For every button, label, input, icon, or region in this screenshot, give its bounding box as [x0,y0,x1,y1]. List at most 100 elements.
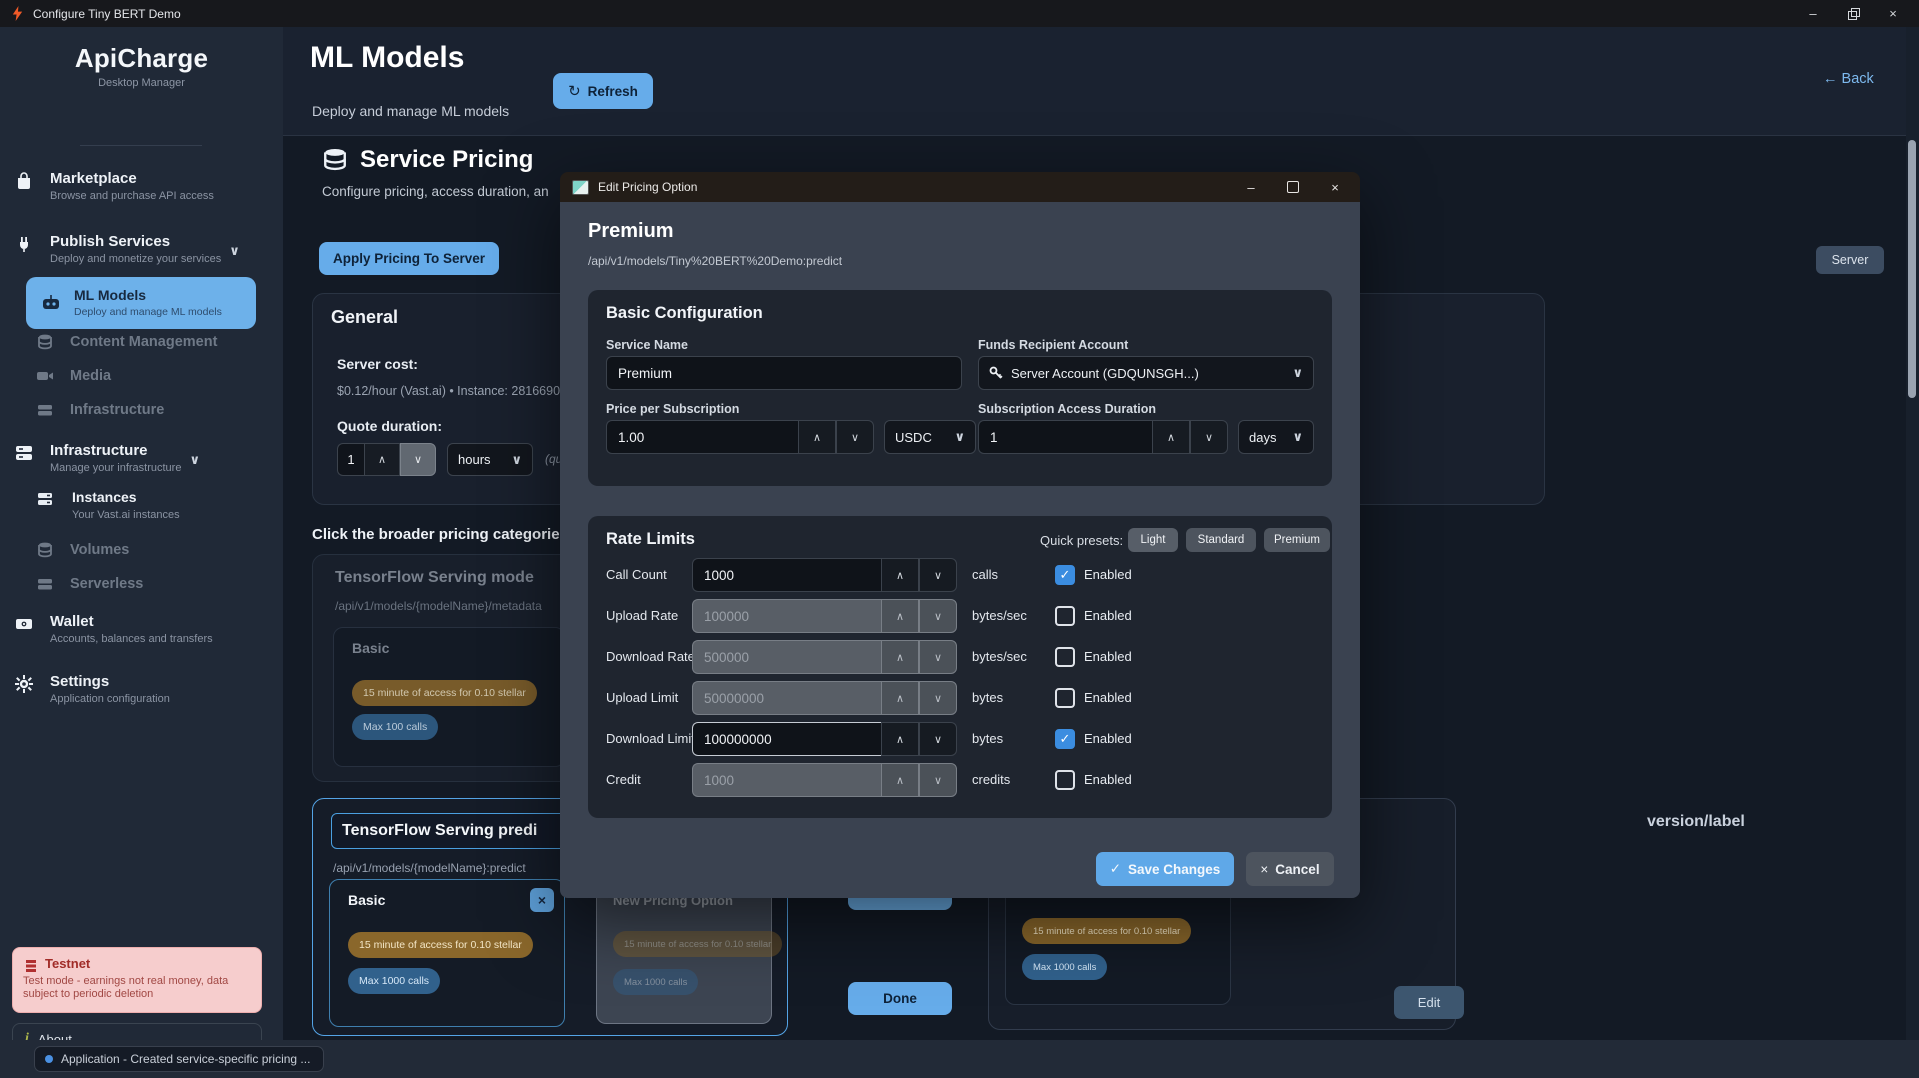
preset-standard-button[interactable]: Standard [1186,528,1256,552]
save-changes-button[interactable]: ✓Save Changes [1096,852,1234,886]
stepper-up-button[interactable]: ∧ [364,443,400,476]
sidebar-item-ml-models[interactable]: ML Models Deploy and manage ML models [26,277,256,329]
duration-input[interactable] [978,420,1152,454]
enabled-checkbox[interactable] [1055,606,1075,626]
sidebar-item-volumes[interactable]: Volumes [36,541,266,559]
window-minimize-button[interactable]: – [1793,0,1833,27]
enabled-checkbox[interactable]: ✓ [1055,565,1075,585]
stepper-down-button[interactable]: ∨ [1190,420,1228,454]
download-limit-input[interactable] [692,722,881,756]
enabled-checkbox[interactable] [1055,770,1075,790]
stepper-down-button[interactable]: ∨ [919,640,957,674]
stepper-up-button[interactable]: ∧ [881,681,919,715]
modal-minimize-button[interactable]: – [1230,172,1272,202]
tier-subcard: Basic 15 minute of access for 0.10 stell… [333,627,565,767]
modal-maximize-button[interactable] [1272,172,1314,202]
remove-tier-button[interactable]: × [530,888,554,912]
sidebar-item-label: Settings [50,673,170,690]
plug-icon [14,234,38,254]
server-cost-value: $0.12/hour (Vast.ai) • Instance: 2816690 [337,384,560,398]
pricing-hint-text: Click the broader pricing categories b [312,526,581,543]
price-input[interactable] [606,420,798,454]
quote-duration-value[interactable]: 1 [337,443,364,476]
sidebar-item-media[interactable]: Media [36,367,266,385]
sidebar-item-marketplace[interactable]: Marketplace Browse and purchase API acce… [14,170,269,202]
status-pill[interactable]: Application - Created service-specific p… [34,1046,324,1072]
quote-duration-label: Quote duration: [337,418,442,434]
enabled-label: Enabled [1084,565,1132,585]
upload-limit-input[interactable] [692,681,881,715]
upload-rate-input[interactable] [692,599,881,633]
preset-light-button[interactable]: Light [1128,528,1178,552]
sidebar-item-publish-services[interactable]: Publish Services Deploy and monetize you… [14,233,269,265]
refresh-button[interactable]: ↻ Refresh [553,73,653,109]
calls-badge: Max 1000 calls [348,968,440,994]
preset-premium-button[interactable]: Premium [1264,528,1330,552]
stepper-down-button[interactable]: ∨ [919,722,957,756]
call-count-input[interactable] [692,558,881,592]
scrollbar-thumb[interactable] [1908,140,1916,398]
duration-unit-select[interactable]: days ∨ [1238,420,1314,454]
edit-button[interactable]: Edit [1394,986,1464,1019]
server-button[interactable]: Server [1816,246,1884,274]
tier-name: Basic [348,892,385,908]
modal-close-button[interactable]: × [1314,172,1356,202]
stepper-down-button[interactable]: ∨ [919,558,957,592]
funds-account-select[interactable]: Server Account (GDQUNSGH...) ∨ [978,356,1314,390]
enabled-checkbox[interactable] [1055,647,1075,667]
refresh-label: Refresh [588,84,638,99]
price-input-group: ∧ ∨ [606,420,874,454]
stepper-down-button[interactable]: ∨ [836,420,874,454]
section-subtitle: Configure pricing, access duration, an [322,184,549,199]
enabled-label: Enabled [1084,770,1132,790]
sidebar-item-content-management[interactable]: Content Management [36,333,266,351]
apply-pricing-button[interactable]: Apply Pricing To Server [319,242,499,275]
card-title: TensorFlow Serving predi [342,822,537,840]
server-cost-label: Server cost: [337,356,418,372]
stepper-up-button[interactable]: ∧ [881,599,919,633]
duration-label: Subscription Access Duration [978,402,1156,416]
stepper-up-button[interactable]: ∧ [881,640,919,674]
brand-subtitle: Desktop Manager [0,77,283,89]
service-name-input[interactable] [606,356,962,390]
sidebar-item-settings[interactable]: Settings Application configuration [14,673,269,705]
window-restore-button[interactable] [1833,0,1873,27]
enabled-label: Enabled [1084,688,1132,708]
rate-limits-title: Rate Limits [606,530,695,549]
modal-path: /api/v1/models/Tiny%20BERT%20Demo:predic… [588,254,842,268]
page-subtitle: Deploy and manage ML models [312,103,509,119]
done-button[interactable]: Done [848,982,952,1015]
enabled-checkbox[interactable]: ✓ [1055,729,1075,749]
credit-input[interactable] [692,763,881,797]
enabled-checkbox[interactable] [1055,688,1075,708]
quote-unit-select[interactable]: hours ∨ [447,443,533,476]
enabled-label: Enabled [1084,606,1132,626]
testnet-title: Testnet [45,956,251,971]
stepper-down-button[interactable]: ∨ [919,763,957,797]
stepper-up-button[interactable]: ∧ [881,722,919,756]
save-label: Save Changes [1128,862,1220,877]
stepper-up-button[interactable]: ∧ [881,763,919,797]
access-badge: 15 minute of access for 0.10 stellar [1022,918,1191,944]
stepper-down-button[interactable]: ∨ [919,681,957,715]
sidebar-item-infrastructure[interactable]: Infrastructure Manage your infrastructur… [14,442,269,474]
stepper-down-button[interactable]: ∨ [919,599,957,633]
sidebar-item-label: Infrastructure [50,442,181,459]
rate-row-unit: calls [972,558,998,592]
cancel-button[interactable]: ×Cancel [1246,852,1334,886]
page-header: ML Models Deploy and manage ML models ↻ … [283,27,1906,136]
sidebar-item-wallet[interactable]: Wallet Accounts, balances and transfers [14,613,269,645]
access-badge: 15 minute of access for 0.10 stellar [613,931,782,957]
stepper-up-button[interactable]: ∧ [1152,420,1190,454]
download-rate-input[interactable] [692,640,881,674]
sidebar-item-serverless[interactable]: Serverless [36,575,266,593]
stepper-up-button[interactable]: ∧ [798,420,836,454]
sidebar-item-instances[interactable]: Instances Your Vast.ai instances [36,489,291,521]
stepper-down-button[interactable]: ∨ [400,443,436,476]
back-link[interactable]: ← Back [1823,71,1874,87]
currency-select[interactable]: USDC ∨ [884,420,976,454]
modal-titlebar: Edit Pricing Option – × [560,172,1360,202]
stepper-up-button[interactable]: ∧ [881,558,919,592]
sidebar-item-infrastructure-sub[interactable]: Infrastructure [36,401,266,419]
window-close-button[interactable]: × [1873,0,1913,27]
